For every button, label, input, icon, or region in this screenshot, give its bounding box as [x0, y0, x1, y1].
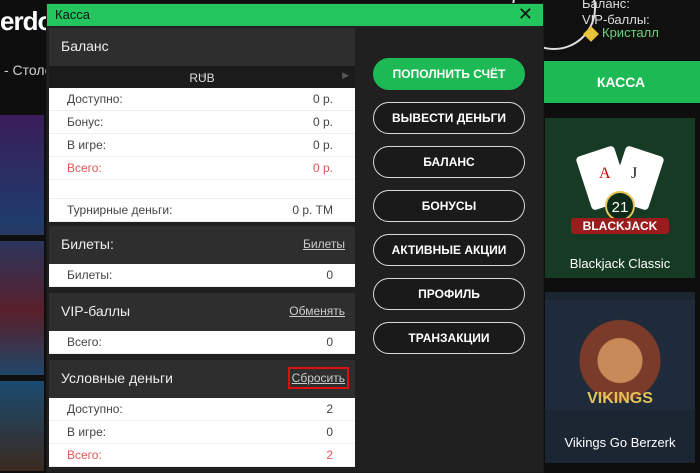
exchange-link[interactable]: Обменять: [289, 304, 345, 318]
game-title-blackjack: Blackjack Classic: [569, 256, 671, 271]
tickets-header: Билеты: Билеты: [49, 226, 355, 264]
cashier-dialog: Касса ✕ Баланс ◀ RUB ▶ Доступно: 0 р. Бон…: [46, 3, 544, 473]
game-tile-blackjack[interactable]: A J 21 BLACKJACK Blackjack Classic: [545, 118, 695, 278]
balance-row: Бонус: 0 р.: [49, 111, 355, 134]
tile-separator: [0, 235, 44, 241]
dialog-title: Касса: [55, 7, 91, 22]
vikings-art-text: VIKINGS: [587, 390, 653, 407]
balance-row: Доступно: 0 р.: [49, 88, 355, 111]
profile-button[interactable]: ПРОФИЛЬ: [373, 278, 525, 310]
svg-text:J: J: [631, 165, 637, 182]
vip-title: VIP-баллы: [61, 303, 131, 319]
promotions-button[interactable]: АКТИВНЫЕ АКЦИИ: [373, 234, 525, 266]
dialog-titlebar[interactable]: Касса ✕: [47, 4, 543, 26]
row-value: 0 р. ТМ: [292, 203, 333, 217]
row-value: 0: [326, 335, 333, 349]
row-label: Билеты:: [67, 268, 113, 282]
balance-row: В игре: 0 р.: [49, 134, 355, 157]
game-title-vikings: Vikings Go Berzerk: [564, 435, 676, 450]
row-label: Турнирные деньги:: [67, 203, 173, 217]
blackjack-art: A J 21 BLACKJACK: [571, 146, 669, 234]
transactions-button[interactable]: ТРАНЗАКЦИИ: [373, 322, 525, 354]
row-value: 0: [326, 425, 333, 439]
kassa-tab[interactable]: КАССА: [542, 61, 700, 103]
vip-header: VIP-баллы Обменять: [49, 293, 355, 331]
account-summary: Баланс: VIP-баллы: Кристалл: [512, 0, 700, 60]
row-value: 0: [326, 268, 333, 282]
row-value: 0 р.: [312, 115, 333, 129]
blackjack-art-text: BLACKJACK: [583, 219, 658, 233]
balance-header: Баланс: [49, 28, 355, 66]
bonuses-button[interactable]: БОНУСЫ: [373, 190, 525, 222]
close-icon[interactable]: ✕: [518, 3, 533, 25]
withdraw-button[interactable]: ВЫВЕСТИ ДЕНЬГИ: [373, 102, 525, 134]
play-money-title: Условные деньги: [61, 370, 173, 386]
row-label: В игре:: [67, 425, 107, 439]
row-label: Доступно:: [67, 92, 123, 106]
row-label: Бонус:: [67, 115, 104, 129]
row-label: Доступно:: [67, 402, 123, 416]
game-tile-vikings[interactable]: VIKINGS Vikings Go Berzerk: [545, 292, 695, 463]
left-game-tiles[interactable]: [0, 115, 44, 471]
tickets-section: Билеты: Билеты Билеты: 0: [49, 226, 355, 287]
vip-level: Кристалл: [602, 25, 659, 40]
row-spacer: [49, 180, 355, 199]
blackjack-number: 21: [612, 199, 629, 216]
play-money-row: Доступно: 2: [49, 398, 355, 421]
play-money-row: В игре: 0: [49, 421, 355, 444]
balance-total-row: Всего: 0 р.: [49, 157, 355, 180]
row-label: Всего:: [67, 448, 102, 462]
row-label: В игре:: [67, 138, 107, 152]
row-label: Всего:: [67, 335, 102, 349]
row-value: 2: [326, 448, 333, 462]
site-logo-fragment: erdo: [0, 6, 53, 36]
vip-section: VIP-баллы Обменять Всего: 0: [49, 293, 355, 354]
row-value: 0 р.: [312, 161, 333, 175]
deposit-button[interactable]: ПОПОЛНИТЬ СЧЁТ: [373, 58, 525, 90]
svg-text:A: A: [599, 165, 611, 182]
play-money-total-row: Всего: 2: [49, 444, 355, 467]
row-value: 0 р.: [312, 138, 333, 152]
balance-label: Баланс:: [582, 0, 630, 11]
play-money-section: Условные деньги Сбросить Доступно: 2 В иг…: [49, 360, 355, 467]
tournament-row: Турнирные деньги: 0 р. ТМ: [49, 199, 355, 222]
row-value: 0 р.: [312, 92, 333, 106]
tile-separator: [0, 375, 44, 381]
tickets-link[interactable]: Билеты: [303, 237, 345, 251]
currency-selector[interactable]: ◀ RUB ▶: [49, 66, 355, 88]
balance-button[interactable]: БАЛАНС: [373, 146, 525, 178]
row-label: Всего:: [67, 161, 102, 175]
tickets-title: Билеты:: [61, 236, 114, 252]
row-value: 2: [326, 402, 333, 416]
vip-row: Всего: 0: [49, 331, 355, 354]
reset-link[interactable]: Сбросить: [287, 367, 350, 389]
tickets-row: Билеты: 0: [49, 264, 355, 287]
currency-next-icon[interactable]: ▶: [342, 70, 349, 81]
balance-title: Баланс: [61, 38, 109, 54]
play-money-header: Условные деньги Сбросить: [49, 360, 355, 398]
balance-section: Баланс ◀ RUB ▶ Доступно: 0 р. Бонус: 0 р. …: [49, 28, 355, 222]
currency-label: RUB: [189, 71, 215, 85]
